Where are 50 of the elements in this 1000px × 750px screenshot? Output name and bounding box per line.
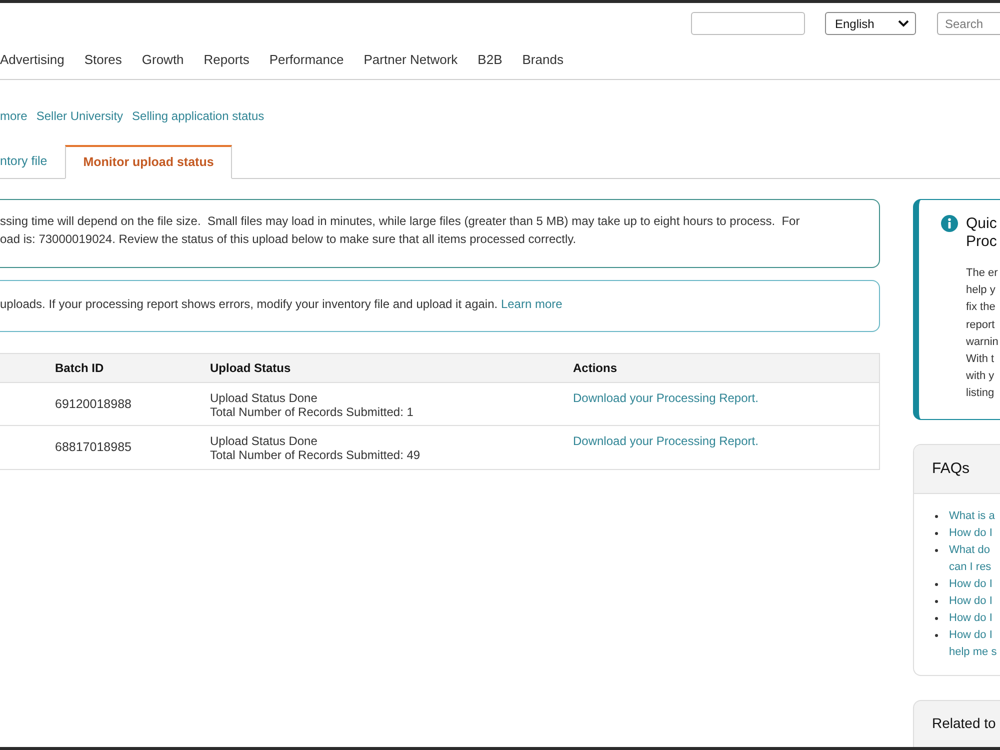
learn-more-link[interactable]: Learn more [500,297,562,311]
quick-link[interactable]: more [0,108,28,124]
message-text: ssing time will depend on the file size. Small files may load in minutes, while large files (greater than 5 MB) may take up to eight hours to process. For oad is: 73000019024. Review the status of this upload below to make sure that all items processed correctly. [0,213,801,248]
message-text: uploads. If your processing report shows errors, modify your inventory file and upload it again. Learn more [0,296,564,313]
faq-link[interactable]: How do I [949,610,992,627]
nav-link[interactable]: Growth [142,50,184,70]
nav-link[interactable]: Advertising [0,50,64,70]
panel-text: The er help y fix the report warnin With t with y listing [966,266,998,402]
nav-link[interactable]: Stores [84,50,122,70]
table-cell-text: Upload Status Done [210,434,318,448]
bullet-icon [935,549,938,552]
info-icon [941,215,958,232]
quick-link[interactable]: Seller University [36,108,124,124]
faq-link[interactable]: What is a [949,508,995,525]
bullet-icon [935,583,938,586]
bullet-icon [935,532,938,535]
nav-link[interactable]: Reports [204,50,250,70]
download-link[interactable]: Download your Processing Report. [573,434,758,448]
column-header: Upload Status [210,361,291,375]
faq-title: FAQs [932,458,970,479]
bullet-icon [935,515,938,518]
bullet-icon [935,617,938,620]
table-cell-text: 68817018985 [55,439,132,456]
search-field[interactable]: Search [937,12,1000,35]
tab[interactable]: ntory file [0,145,66,178]
tab[interactable]: Monitor upload status [65,145,232,179]
text-field[interactable] [691,12,805,35]
faq-link[interactable]: How do I help me s [949,627,997,661]
column-header: Batch ID [55,361,104,375]
table-cell-text: 69120018988 [55,396,132,413]
nav-link[interactable]: Performance [269,50,344,70]
faq-link[interactable]: How do I [949,525,992,542]
table-cell-text: Total Number of Records Submitted: 1 [210,405,414,419]
nav-link[interactable]: B2B [478,50,502,70]
bullet-icon [935,600,938,603]
faq-link[interactable]: What do can I res [949,542,992,576]
faq-link[interactable]: How do I [949,576,992,593]
panel-title: Quic Proc [966,215,998,251]
language-select[interactable]: English [825,12,916,35]
nav-link[interactable]: Brands [522,50,564,70]
related-title: Related to [932,714,996,732]
bullet-icon [935,634,938,637]
nav-link[interactable]: Partner Network [364,50,458,70]
quick-link[interactable]: Selling application status [132,108,264,124]
table-cell-text: Upload Status Done [210,391,318,405]
download-link[interactable]: Download your Processing Report. [573,391,758,405]
table-cell-text: Total Number of Records Submitted: 49 [210,448,422,462]
chevron-down-icon [898,20,909,27]
faq-link[interactable]: How do I [949,593,992,610]
column-header: Actions [573,361,618,375]
